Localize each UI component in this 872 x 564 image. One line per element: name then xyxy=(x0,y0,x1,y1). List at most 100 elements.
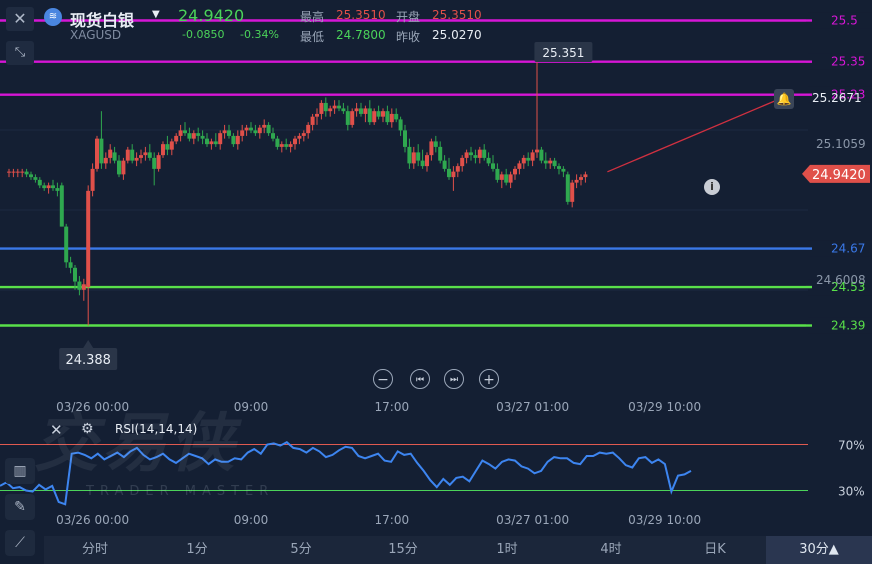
candle xyxy=(174,135,179,142)
tab-5min[interactable]: 5分 xyxy=(266,536,336,564)
candle xyxy=(429,141,434,156)
indicator-icon[interactable]: ▥ xyxy=(5,458,35,484)
candle xyxy=(29,174,33,178)
candle xyxy=(319,102,324,114)
tab-15min[interactable]: 15分 xyxy=(368,536,438,564)
candle xyxy=(77,281,82,290)
instrument-symbol: XAGUSD xyxy=(70,28,122,42)
candle xyxy=(143,152,148,156)
high-label: 最高 xyxy=(300,10,325,24)
candle xyxy=(90,168,95,191)
candle xyxy=(420,160,425,167)
tab-daily[interactable]: 日K xyxy=(680,536,750,564)
candle xyxy=(275,138,280,147)
candle xyxy=(416,152,421,161)
rsi-close-icon[interactable]: ✕ xyxy=(50,421,63,439)
candle xyxy=(222,130,227,134)
candle xyxy=(59,185,64,227)
candle xyxy=(583,174,588,178)
rsi-x-axis-label: 03/29 10:00 xyxy=(628,513,701,527)
candle xyxy=(354,108,359,112)
candle xyxy=(284,144,289,147)
candle xyxy=(11,171,16,173)
rsi-label: RSI(14,14,14) xyxy=(115,422,198,436)
candle xyxy=(389,113,394,123)
candle xyxy=(411,152,416,164)
candle xyxy=(253,130,258,134)
candle xyxy=(491,163,495,169)
candle xyxy=(337,105,341,109)
candle xyxy=(51,185,55,189)
candle xyxy=(15,171,20,173)
candle xyxy=(227,130,231,136)
candle xyxy=(376,111,381,117)
candle xyxy=(447,168,451,178)
level-label: 25.35 xyxy=(831,55,865,69)
prev-close-label: 昨收 xyxy=(396,30,421,44)
candle xyxy=(64,226,69,263)
candle xyxy=(200,135,205,139)
candle xyxy=(235,135,240,145)
tab-4hour[interactable]: 4时 xyxy=(576,536,646,564)
candle xyxy=(169,141,174,150)
tab-30min[interactable]: 30分▲ xyxy=(766,536,872,564)
candle xyxy=(508,174,513,183)
candle xyxy=(187,133,192,139)
rsi-x-axis-label: 09:00 xyxy=(234,513,269,527)
y-axis-label: 25.1059 xyxy=(816,137,866,151)
chevron-down-icon[interactable]: ▼ xyxy=(152,9,160,20)
symbol-logo-icon: ≋ xyxy=(44,8,62,26)
zoom-out-button[interactable]: − xyxy=(373,369,393,389)
candle xyxy=(539,149,544,161)
tab-1min[interactable]: 1分 xyxy=(162,536,232,564)
candle xyxy=(117,160,121,175)
x-axis-label: 09:00 xyxy=(234,400,269,414)
min-annotation-pointer xyxy=(83,340,94,348)
candle xyxy=(55,188,60,191)
rsi-x-axis-label: 17:00 xyxy=(375,513,410,527)
candle xyxy=(323,102,328,112)
candle xyxy=(381,111,385,117)
candle xyxy=(139,155,143,158)
close-icon[interactable]: ✕ xyxy=(6,7,34,31)
candle xyxy=(425,155,429,167)
level-label: 24.39 xyxy=(831,319,865,333)
x-axis-label: 03/27 01:00 xyxy=(496,400,569,414)
candle xyxy=(526,157,531,161)
candle xyxy=(513,168,517,175)
candle xyxy=(191,133,196,139)
candle xyxy=(262,124,267,128)
tab-timeshare[interactable]: 分时 xyxy=(60,536,130,564)
tab-1hour[interactable]: 1时 xyxy=(472,536,542,564)
collapse-icon[interactable]: ⤡ xyxy=(6,41,34,65)
y-axis-label: 25.2671 xyxy=(812,91,862,105)
candle xyxy=(486,157,491,164)
candle xyxy=(332,105,337,109)
candle xyxy=(543,160,548,164)
candle xyxy=(271,133,275,139)
last-price: 24.9420 xyxy=(178,6,245,25)
candle xyxy=(103,157,108,164)
candle xyxy=(183,130,187,134)
info-icon[interactable]: i xyxy=(704,179,720,195)
candle xyxy=(112,152,117,161)
high-value: 25.3510 xyxy=(336,8,386,22)
line-tool-icon[interactable]: ⟋ xyxy=(5,530,35,556)
price-change: -0.0850 xyxy=(182,28,225,41)
candle xyxy=(442,160,447,169)
level-label: 25.5 xyxy=(831,13,858,27)
candle xyxy=(218,133,223,145)
candle xyxy=(134,157,139,161)
open-label: 开盘 xyxy=(396,10,421,24)
draw-tool-icon[interactable]: ✎ xyxy=(5,494,35,520)
zoom-in-button[interactable]: + xyxy=(479,369,499,389)
candle xyxy=(213,141,218,145)
scroll-back-button[interactable]: ⏮ xyxy=(410,369,430,389)
scroll-forward-button[interactable]: ⏭ xyxy=(444,369,464,389)
rsi-settings-icon[interactable]: ⚙ xyxy=(81,421,94,437)
candle xyxy=(570,182,575,202)
candle xyxy=(205,138,209,145)
alert-bell-icon[interactable]: 🔔 xyxy=(774,89,794,109)
level-label: 24.67 xyxy=(831,242,865,256)
candle xyxy=(482,149,487,158)
